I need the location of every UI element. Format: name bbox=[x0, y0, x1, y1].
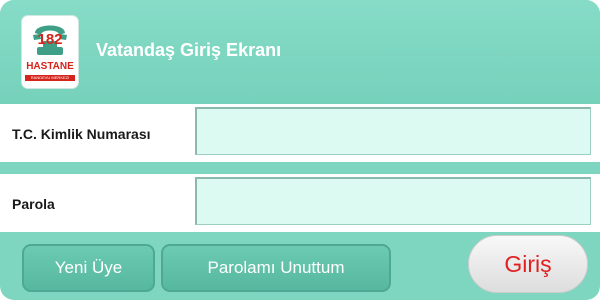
logo-subtitle: RANDEVU MERKEZİ bbox=[25, 75, 75, 81]
logo-number: 182 bbox=[37, 31, 63, 48]
login-button[interactable]: Giriş bbox=[468, 235, 588, 293]
header: 182 HASTANE RANDEVU MERKEZİ Vatandaş Gir… bbox=[0, 0, 600, 104]
tc-input-cell bbox=[193, 104, 600, 162]
tc-label-cell: T.C. Kimlik Numarası bbox=[0, 104, 193, 162]
tc-row: T.C. Kimlik Numarası bbox=[0, 104, 600, 162]
login-panel: 182 HASTANE RANDEVU MERKEZİ Vatandaş Gir… bbox=[0, 0, 600, 300]
tc-kimlik-input[interactable] bbox=[195, 107, 591, 155]
page-title: Vatandaş Giriş Ekranı bbox=[96, 40, 282, 60]
password-input[interactable] bbox=[195, 177, 591, 225]
forgot-password-button[interactable]: Parolamı Unuttum bbox=[161, 244, 391, 292]
logo-name: HASTANE bbox=[26, 61, 74, 72]
tc-label: T.C. Kimlik Numarası bbox=[12, 126, 151, 142]
password-label: Parola bbox=[12, 196, 55, 212]
hospital-logo: 182 HASTANE RANDEVU MERKEZİ bbox=[22, 16, 78, 88]
password-input-cell bbox=[193, 174, 600, 232]
password-row: Parola bbox=[0, 174, 600, 232]
register-button[interactable]: Yeni Üye bbox=[22, 244, 155, 292]
password-label-cell: Parola bbox=[0, 174, 193, 232]
